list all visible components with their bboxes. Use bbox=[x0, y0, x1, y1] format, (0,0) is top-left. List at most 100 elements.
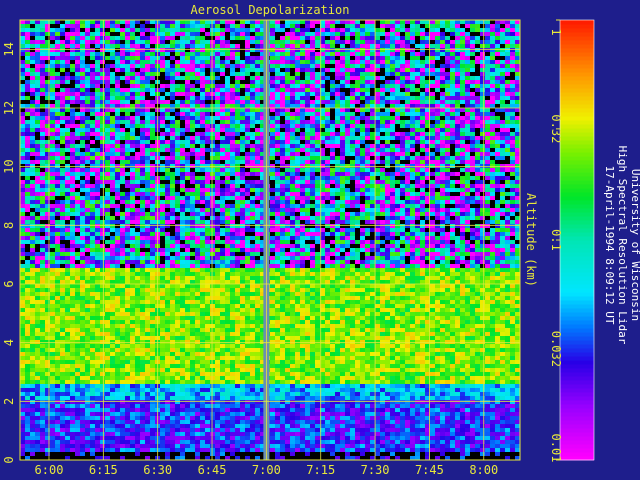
heatmap-cell bbox=[465, 140, 470, 144]
heatmap-cell bbox=[245, 156, 250, 160]
heatmap-cell bbox=[270, 212, 275, 216]
heatmap-cell bbox=[445, 180, 450, 184]
heatmap-cell bbox=[230, 36, 235, 40]
heatmap-cell bbox=[335, 84, 340, 88]
heatmap-cell bbox=[460, 212, 465, 216]
heatmap-cell bbox=[210, 84, 215, 88]
heatmap-cell bbox=[195, 112, 200, 116]
heatmap-cell bbox=[350, 52, 355, 56]
heatmap-cell bbox=[325, 204, 330, 208]
heatmap-cell bbox=[65, 180, 70, 184]
heatmap-cell bbox=[170, 108, 175, 112]
heatmap-cell bbox=[230, 124, 235, 128]
heatmap-cell bbox=[90, 180, 95, 184]
heatmap-cell bbox=[145, 212, 150, 216]
heatmap-cell bbox=[470, 60, 475, 64]
heatmap-cell bbox=[410, 36, 415, 40]
heatmap-cell bbox=[325, 208, 330, 212]
heatmap-cell bbox=[340, 176, 345, 180]
heatmap-cell bbox=[110, 192, 115, 196]
heatmap-cell bbox=[455, 120, 460, 124]
heatmap-cell bbox=[375, 72, 380, 76]
heatmap-cell bbox=[85, 136, 90, 140]
heatmap-cell bbox=[460, 200, 465, 204]
heatmap-cell bbox=[500, 80, 505, 84]
heatmap-cell bbox=[95, 180, 100, 184]
heatmap-cell bbox=[420, 144, 425, 148]
heatmap-cell bbox=[375, 52, 380, 56]
heatmap-cell bbox=[465, 100, 470, 104]
heatmap-cell bbox=[360, 44, 365, 48]
heatmap-cell bbox=[360, 188, 365, 192]
heatmap-cell bbox=[200, 216, 205, 220]
heatmap-cell bbox=[75, 144, 80, 148]
heatmap-cell bbox=[270, 120, 275, 124]
heatmap-cell bbox=[420, 24, 425, 28]
heatmap-cell bbox=[245, 148, 250, 152]
heatmap-cell bbox=[245, 48, 250, 52]
heatmap-cell bbox=[430, 32, 435, 36]
heatmap-cell bbox=[475, 112, 480, 116]
heatmap-cell bbox=[295, 184, 300, 188]
heatmap-cell bbox=[30, 176, 35, 180]
heatmap-cell bbox=[350, 96, 355, 100]
heatmap-cell bbox=[330, 40, 335, 44]
heatmap-cell bbox=[415, 36, 420, 40]
heatmap-cell bbox=[315, 84, 320, 88]
heatmap-cell bbox=[50, 152, 55, 156]
heatmap-cell bbox=[210, 212, 215, 216]
heatmap-cell bbox=[55, 168, 60, 172]
heatmap-cell bbox=[135, 56, 140, 60]
heatmap-cell bbox=[245, 40, 250, 44]
heatmap-cell bbox=[270, 132, 275, 136]
heatmap-cell bbox=[405, 132, 410, 136]
heatmap-cell bbox=[125, 192, 130, 196]
heatmap-cell bbox=[330, 128, 335, 132]
heatmap-cell bbox=[140, 180, 145, 184]
heatmap-cell bbox=[300, 52, 305, 56]
heatmap-cell bbox=[205, 184, 210, 188]
heatmap-cell bbox=[210, 144, 215, 148]
heatmap-cell bbox=[435, 132, 440, 136]
heatmap-cell bbox=[295, 168, 300, 172]
heatmap-cell bbox=[510, 184, 515, 188]
heatmap-cell bbox=[510, 192, 515, 196]
heatmap-cell bbox=[315, 172, 320, 176]
heatmap-cell bbox=[350, 64, 355, 68]
heatmap-cell bbox=[385, 108, 390, 112]
heatmap-cell bbox=[335, 212, 340, 216]
heatmap-cell bbox=[125, 172, 130, 176]
heatmap-cell bbox=[75, 36, 80, 40]
heatmap-cell bbox=[470, 208, 475, 212]
heatmap-cell bbox=[495, 100, 500, 104]
heatmap-cell bbox=[365, 20, 370, 24]
heatmap-cell bbox=[55, 176, 60, 180]
heatmap-cell bbox=[340, 96, 345, 100]
heatmap-cell bbox=[350, 208, 355, 212]
heatmap-cell bbox=[60, 212, 65, 216]
heatmap-cell bbox=[325, 156, 330, 160]
heatmap-cell bbox=[200, 124, 205, 128]
heatmap-cell bbox=[490, 32, 495, 36]
heatmap-cell bbox=[185, 56, 190, 60]
heatmap-cell bbox=[385, 184, 390, 188]
heatmap-cell bbox=[325, 108, 330, 112]
heatmap-cell bbox=[285, 108, 290, 112]
heatmap-cell bbox=[100, 156, 105, 160]
heatmap-cell bbox=[370, 40, 375, 44]
heatmap-cell bbox=[60, 120, 65, 124]
heatmap-cell bbox=[295, 128, 300, 132]
heatmap-cell bbox=[205, 144, 210, 148]
heatmap-cell bbox=[190, 40, 195, 44]
heatmap-cell bbox=[450, 72, 455, 76]
heatmap-cell bbox=[235, 200, 240, 204]
heatmap-cell bbox=[295, 180, 300, 184]
heatmap-cell bbox=[140, 36, 145, 40]
heatmap-cell bbox=[495, 124, 500, 128]
heatmap-cell bbox=[65, 184, 70, 188]
heatmap-cell bbox=[505, 152, 510, 156]
heatmap-cell bbox=[75, 32, 80, 36]
heatmap-cell bbox=[280, 188, 285, 192]
heatmap-cell bbox=[180, 132, 185, 136]
heatmap-cell bbox=[160, 140, 165, 144]
